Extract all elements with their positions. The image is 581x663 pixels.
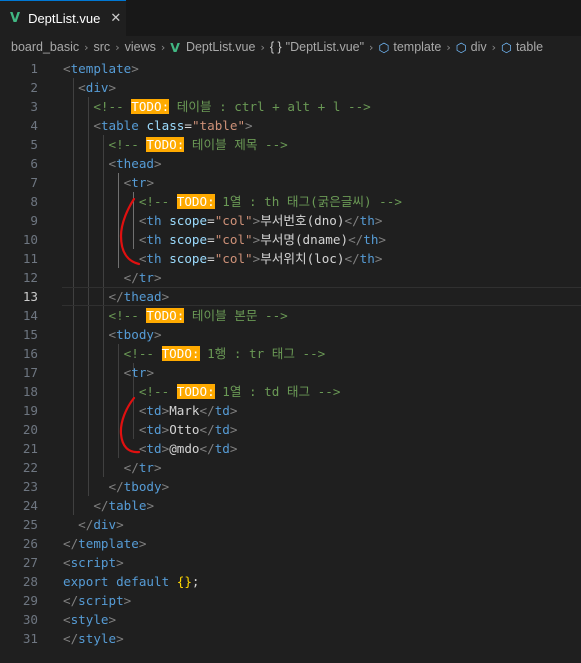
breadcrumb-symbol-label: template	[393, 40, 442, 54]
chevron-right-icon: ›	[115, 40, 120, 54]
red-bracket-mark	[119, 396, 141, 454]
chevron-right-icon: ›	[160, 40, 166, 54]
breadcrumb-symbol-label: table	[515, 40, 544, 54]
code-editor[interactable]: 1 <template> 2 <div> 3 <!-- TODO: 테이블 : ctr…	[0, 58, 581, 663]
red-bracket-mark	[119, 197, 141, 266]
chevron-right-icon: ›	[369, 40, 374, 54]
chevron-right-icon: ›	[446, 40, 451, 54]
braces-icon: { }	[269, 40, 282, 54]
breadcrumb-symbol-label: div	[470, 40, 487, 54]
vue-file-icon: V	[170, 39, 180, 55]
breadcrumb-file-label: DeptList.vue	[185, 40, 256, 54]
cube-icon: ⬡	[501, 39, 512, 55]
cube-icon: ⬡	[378, 39, 390, 55]
breadcrumb-symbol-file[interactable]: { } "DeptList.vue"	[270, 40, 364, 54]
breadcrumb-symbol-table[interactable]: ⬡ table	[501, 40, 543, 55]
breadcrumb-symbol-div[interactable]: ⬡ div	[456, 40, 487, 55]
tab-label: DeptList.vue	[28, 11, 101, 26]
close-icon[interactable]: ✕	[110, 11, 121, 26]
chevron-right-icon: ›	[491, 40, 497, 54]
pen-annotation-layer	[119, 197, 141, 454]
tab-bar: V DeptList.vue ✕	[0, 0, 581, 37]
cube-icon: ⬡	[455, 39, 467, 55]
breadcrumb-symbol-template[interactable]: ⬡ template	[378, 40, 441, 55]
chevron-right-icon: ›	[84, 40, 89, 54]
breadcrumb-file[interactable]: V DeptList.vue	[170, 40, 255, 55]
breadcrumb-symbol-label: "DeptList.vue"	[285, 40, 365, 54]
breadcrumb: board_basic › src › views › V DeptList.vu…	[0, 36, 581, 58]
breadcrumb-folder-board-basic[interactable]: board_basic	[11, 40, 79, 54]
breadcrumb-folder-src[interactable]: src	[94, 40, 111, 54]
tab-deptlist-vue[interactable]: V DeptList.vue ✕	[0, 0, 126, 36]
chevron-right-icon: ›	[260, 40, 265, 54]
vue-file-icon: V	[10, 11, 21, 26]
breadcrumb-folder-views[interactable]: views	[125, 40, 156, 54]
